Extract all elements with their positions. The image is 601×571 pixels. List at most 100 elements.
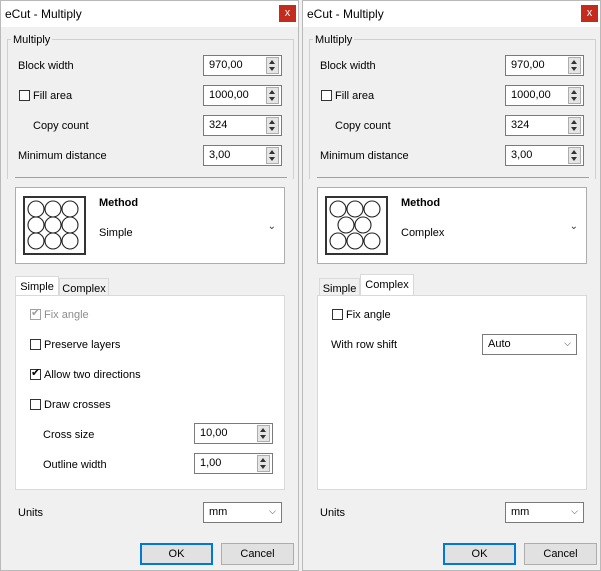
spin-up-icon[interactable] bbox=[269, 60, 275, 64]
spin-down-icon[interactable] bbox=[260, 435, 266, 439]
row-shift-select[interactable]: Auto ⌵ bbox=[482, 334, 577, 355]
preserve-layers-label: Preserve layers bbox=[44, 339, 121, 351]
spin-down-icon[interactable] bbox=[571, 97, 577, 101]
chevron-down-icon: ⌵ bbox=[564, 338, 571, 348]
spin-arrows[interactable] bbox=[257, 425, 270, 442]
spin-down-icon[interactable] bbox=[269, 67, 275, 71]
fill-area-checkbox[interactable] bbox=[19, 90, 30, 101]
spin-down-icon[interactable] bbox=[571, 157, 577, 161]
spin-up-icon[interactable] bbox=[571, 60, 577, 64]
fix-angle-label: Fix angle bbox=[346, 309, 391, 321]
spin-arrows[interactable] bbox=[266, 57, 279, 74]
spin-down-icon[interactable] bbox=[260, 465, 266, 469]
allow-two-directions-checkbox[interactable]: ✔ bbox=[30, 367, 41, 380]
spin-up-icon[interactable] bbox=[269, 90, 275, 94]
cancel-button[interactable]: Cancel bbox=[524, 543, 597, 565]
spin-up-icon[interactable] bbox=[571, 120, 577, 124]
outline-width-label: Outline width bbox=[43, 459, 107, 471]
spin-arrows[interactable] bbox=[257, 455, 270, 472]
units-select[interactable]: mm ⌵ bbox=[203, 502, 282, 523]
chevron-down-icon: ⌵ bbox=[269, 506, 276, 516]
fill-area-checkbox[interactable] bbox=[321, 90, 332, 101]
min-distance-spinner[interactable]: 3,00 bbox=[505, 145, 584, 166]
fill-area-value: 1000,00 bbox=[511, 89, 551, 101]
fix-angle-checkbox[interactable] bbox=[332, 309, 343, 320]
block-width-value: 970,00 bbox=[511, 59, 545, 71]
cross-size-label: Cross size bbox=[43, 429, 95, 441]
row-shift-label: With row shift bbox=[331, 339, 398, 351]
min-distance-label: Minimum distance bbox=[320, 150, 409, 162]
fix-angle-checkbox[interactable]: ✔ bbox=[30, 307, 41, 320]
spin-down-icon[interactable] bbox=[269, 127, 275, 131]
spin-down-icon[interactable] bbox=[269, 97, 275, 101]
block-width-spinner[interactable]: 970,00 bbox=[505, 55, 584, 76]
spin-up-icon[interactable] bbox=[269, 120, 275, 124]
close-button[interactable]: x bbox=[581, 5, 598, 22]
outline-width-spinner[interactable]: 1,00 bbox=[194, 453, 273, 474]
method-title: Method bbox=[401, 197, 441, 209]
units-value: mm bbox=[511, 506, 530, 518]
spin-up-icon[interactable] bbox=[571, 90, 577, 94]
multiply-dialog-complex: eCut - Multiply x Multiply Block width 9… bbox=[302, 0, 601, 571]
min-distance-value: 3,00 bbox=[209, 149, 231, 161]
fill-area-spinner[interactable]: 1000,00 bbox=[505, 85, 584, 106]
draw-crosses-checkbox[interactable] bbox=[30, 399, 41, 410]
fill-area-value: 1000,00 bbox=[209, 89, 249, 101]
spin-up-icon[interactable] bbox=[571, 150, 577, 154]
min-distance-value: 3,00 bbox=[511, 149, 533, 161]
draw-crosses-label: Draw crosses bbox=[44, 399, 111, 411]
title-bar: eCut - Multiply x bbox=[303, 1, 600, 27]
separator bbox=[15, 177, 287, 178]
preserve-layers-checkbox[interactable] bbox=[30, 339, 41, 350]
spin-up-icon[interactable] bbox=[269, 150, 275, 154]
min-distance-label: Minimum distance bbox=[18, 150, 107, 162]
ok-button[interactable]: OK bbox=[140, 543, 213, 565]
spin-down-icon[interactable] bbox=[571, 67, 577, 71]
copy-count-spinner[interactable]: 324 bbox=[203, 115, 282, 136]
spin-arrows[interactable] bbox=[266, 87, 279, 104]
copy-count-spinner[interactable]: 324 bbox=[505, 115, 584, 136]
block-width-value: 970,00 bbox=[209, 59, 243, 71]
chevron-down-icon[interactable]: ⌄ bbox=[570, 221, 578, 232]
block-width-spinner[interactable]: 970,00 bbox=[203, 55, 282, 76]
block-width-label: Block width bbox=[320, 60, 376, 72]
spin-arrows[interactable] bbox=[568, 147, 581, 164]
fill-area-spinner[interactable]: 1000,00 bbox=[203, 85, 282, 106]
fill-area-label: Fill area bbox=[335, 90, 375, 102]
title-bar: eCut - Multiply x bbox=[1, 1, 298, 27]
spin-up-icon[interactable] bbox=[260, 428, 266, 432]
circle-grid-icon bbox=[23, 196, 86, 255]
cross-size-spinner[interactable]: 10,00 bbox=[194, 423, 273, 444]
window-title: eCut - Multiply bbox=[5, 7, 82, 21]
fill-area-label: Fill area bbox=[33, 90, 73, 102]
spin-arrows[interactable] bbox=[568, 117, 581, 134]
method-title: Method bbox=[99, 197, 139, 209]
cancel-button[interactable]: Cancel bbox=[221, 543, 294, 565]
separator bbox=[317, 177, 589, 178]
spin-arrows[interactable] bbox=[568, 87, 581, 104]
row-shift-value: Auto bbox=[488, 338, 511, 350]
spin-arrows[interactable] bbox=[568, 57, 581, 74]
spin-up-icon[interactable] bbox=[260, 458, 266, 462]
method-dropdown[interactable]: Method Complex ⌄ bbox=[317, 187, 587, 264]
units-select[interactable]: mm ⌵ bbox=[505, 502, 584, 523]
spin-down-icon[interactable] bbox=[269, 157, 275, 161]
spin-arrows[interactable] bbox=[266, 147, 279, 164]
method-dropdown[interactable]: Method Simple ⌄ bbox=[15, 187, 285, 264]
spin-down-icon[interactable] bbox=[571, 127, 577, 131]
copy-count-value: 324 bbox=[209, 119, 228, 131]
close-button[interactable]: x bbox=[279, 5, 296, 22]
group-label: Multiply bbox=[313, 34, 355, 46]
tab-label: Simple bbox=[322, 283, 357, 295]
copy-count-label: Copy count bbox=[33, 120, 89, 132]
window-title: eCut - Multiply bbox=[307, 7, 384, 21]
tab-complex[interactable]: Complex bbox=[360, 274, 414, 296]
method-value: Simple bbox=[99, 227, 133, 239]
copy-count-value: 324 bbox=[511, 119, 530, 131]
outline-width-value: 1,00 bbox=[200, 457, 222, 469]
units-label: Units bbox=[18, 507, 44, 519]
min-distance-spinner[interactable]: 3,00 bbox=[203, 145, 282, 166]
chevron-down-icon[interactable]: ⌄ bbox=[268, 221, 276, 232]
ok-button[interactable]: OK bbox=[443, 543, 516, 565]
spin-arrows[interactable] bbox=[266, 117, 279, 134]
